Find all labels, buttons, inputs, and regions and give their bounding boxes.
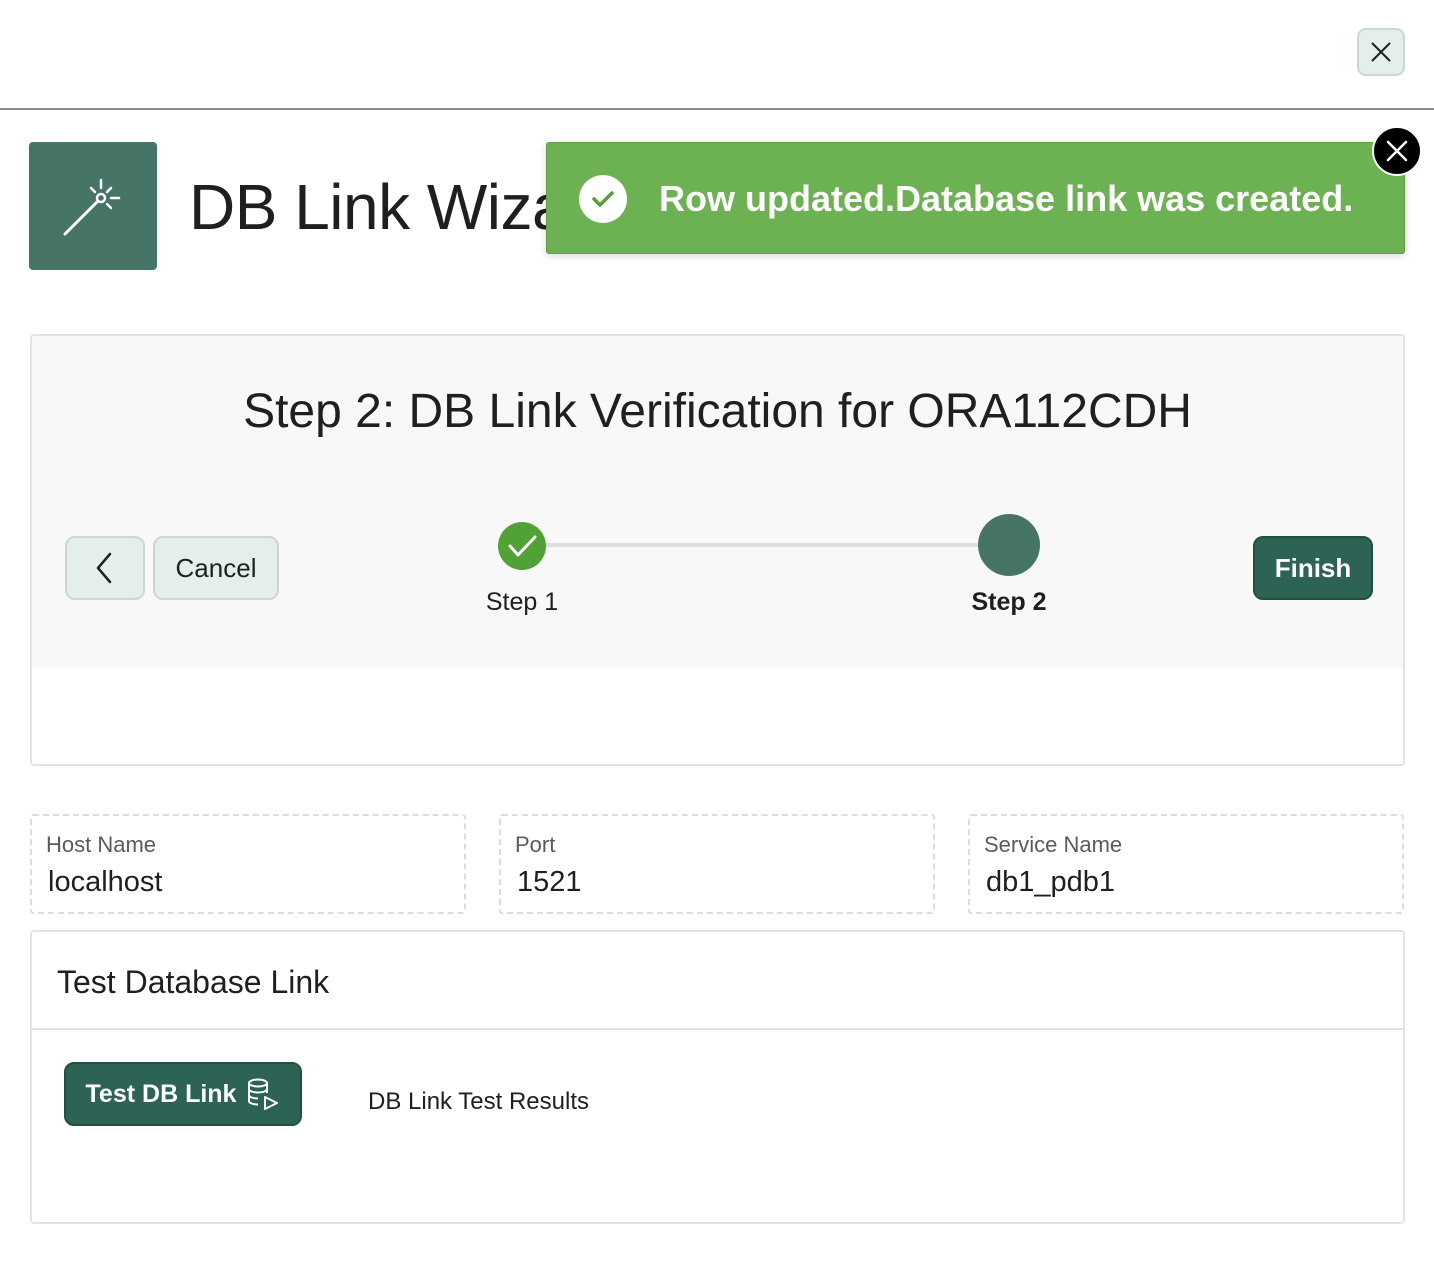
dialog-close-button[interactable] [1357, 28, 1405, 76]
magic-wand-icon [63, 178, 121, 236]
wizard-region: Step 2: DB Link Verification for ORA112C… [30, 334, 1405, 766]
database-run-icon [248, 1078, 279, 1110]
finish-button[interactable]: Finish [1253, 536, 1373, 600]
step-1-label: Step 1 [485, 588, 559, 616]
dialog-titlebar [0, 0, 1434, 110]
test-panel-header: Test Database Link [32, 932, 1403, 1030]
toast-close-button[interactable] [1372, 126, 1422, 176]
step-2-label: Step 2 [971, 588, 1047, 616]
test-db-link-button[interactable]: Test DB Link [64, 1062, 302, 1126]
test-results-label: DB Link Test Results [368, 1088, 589, 1115]
test-db-link-label: Test DB Link [85, 1079, 237, 1108]
test-panel-title: Test Database Link [57, 964, 330, 1000]
port-value: 1521 [517, 866, 582, 898]
check-icon [508, 535, 537, 557]
close-icon [1371, 42, 1391, 62]
close-icon [1386, 140, 1408, 162]
success-check-icon [579, 175, 627, 223]
host-name-value: localhost [48, 866, 163, 898]
chevron-left-icon [96, 552, 112, 584]
step-title: Step 2: DB Link Verification for ORA112C… [243, 385, 1192, 438]
port-field: Port 1521 [499, 814, 935, 914]
test-database-link-panel: Test Database Link Test DB Link DB Link … [30, 930, 1405, 1224]
toast-message: Row updated.Database link was created. [659, 178, 1354, 219]
port-label: Port [515, 832, 556, 857]
host-name-field: Host Name localhost [30, 814, 466, 914]
service-name-field: Service Name db1_pdb1 [968, 814, 1404, 914]
success-toast: Row updated.Database link was created. [546, 142, 1405, 254]
cancel-button[interactable]: Cancel [153, 536, 279, 600]
wizard-logo [29, 142, 157, 270]
progress-track [522, 543, 1010, 547]
host-name-label: Host Name [46, 832, 157, 857]
step-2-current-marker [978, 514, 1040, 576]
service-name-value: db1_pdb1 [986, 866, 1116, 898]
previous-button[interactable] [65, 536, 145, 600]
step-1-complete-marker [498, 522, 546, 570]
service-name-label: Service Name [984, 832, 1123, 857]
wizard-header: Step 2: DB Link Verification for ORA112C… [32, 336, 1403, 668]
